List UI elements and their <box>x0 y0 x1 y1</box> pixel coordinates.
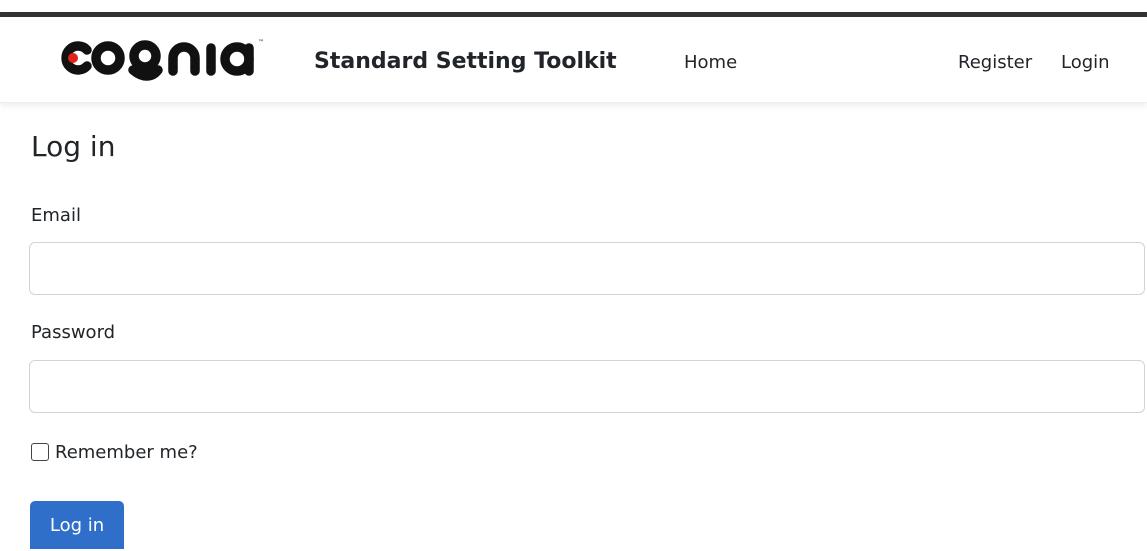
nav-home-link[interactable]: Home <box>684 52 737 73</box>
page-title: Log in <box>31 130 116 163</box>
remember-me-checkbox[interactable] <box>31 443 49 461</box>
brand-title[interactable]: Standard Setting Toolkit <box>314 49 617 74</box>
email-label: Email <box>31 205 81 226</box>
nav-login-link[interactable]: Login <box>1061 52 1110 73</box>
remember-me-option[interactable]: Remember me? <box>31 440 198 464</box>
password-field[interactable] <box>29 360 1145 413</box>
cognia-logo[interactable]: ™ <box>52 32 274 82</box>
email-field[interactable] <box>29 242 1145 295</box>
nav-register-link[interactable]: Register <box>958 52 1032 73</box>
svg-text:™: ™ <box>258 39 264 46</box>
login-button[interactable]: Log in <box>30 501 124 549</box>
password-label: Password <box>31 322 116 343</box>
cognia-logo-graphic: ™ <box>61 39 264 81</box>
remember-me-label: Remember me? <box>55 441 198 463</box>
navbar: ™ Standard Setting Toolkit Home Register… <box>0 17 1147 103</box>
